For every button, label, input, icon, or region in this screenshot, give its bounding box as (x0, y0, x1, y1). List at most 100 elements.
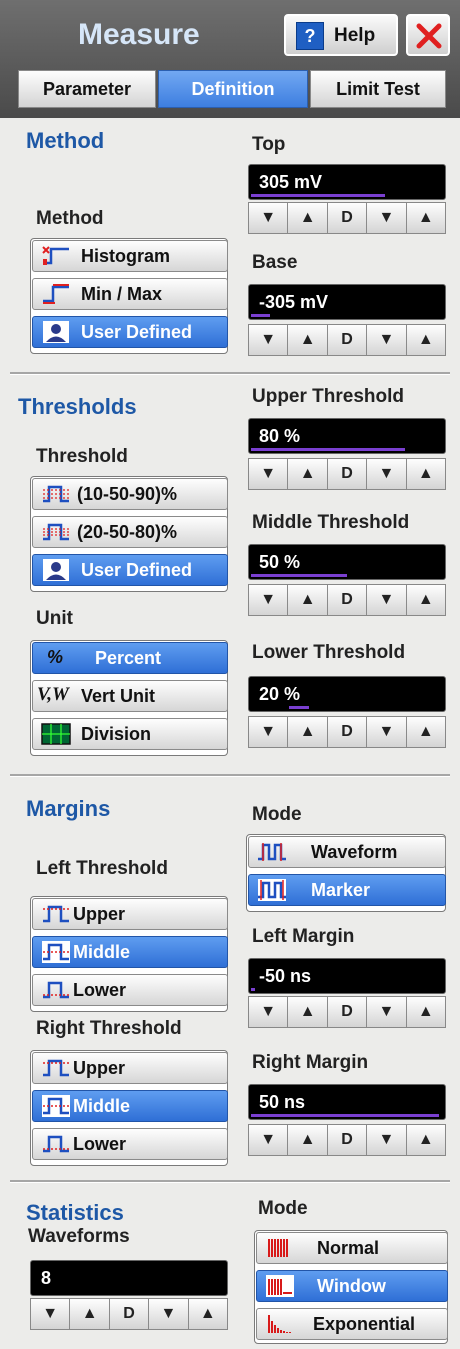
tab-parameter[interactable]: Parameter (18, 70, 156, 108)
unit-label: Unit (36, 608, 73, 629)
waveforms-fine-down-button[interactable]: ▼ (149, 1299, 189, 1329)
statistics-mode-label: Mode (258, 1198, 308, 1219)
close-icon (416, 23, 442, 49)
statistics-exponential-button[interactable]: Exponential (256, 1308, 448, 1340)
tab-limit-test[interactable]: Limit Test (310, 70, 446, 108)
method-user-defined-button[interactable]: User Defined (32, 316, 228, 348)
upper-fine-down-button[interactable]: ▼ (367, 459, 407, 489)
statistics-heading: Statistics (26, 1200, 124, 1225)
left-margin-fine-up-button[interactable]: ▲ (406, 997, 446, 1027)
waveforms-default-button[interactable]: D (109, 1299, 150, 1329)
top-coarse-down-button[interactable]: ▼ (249, 203, 289, 233)
left-margin-field[interactable]: -50 ns (248, 958, 446, 994)
right-margin-coarse-down-button[interactable]: ▼ (249, 1125, 289, 1155)
waveforms-spinner: ▼ ▲ D ▼ ▲ (30, 1298, 228, 1330)
waveforms-label: Waveforms (28, 1226, 130, 1247)
middle-fine-up-button[interactable]: ▲ (406, 585, 446, 615)
top-fine-down-button[interactable]: ▼ (367, 203, 407, 233)
upper-threshold-label: Upper Threshold (252, 386, 405, 407)
threshold-10-50-90-button[interactable]: (10-50-90)% (32, 478, 228, 510)
upper-threshold-pulse-icon (43, 905, 69, 923)
base-level-indicator (251, 314, 270, 317)
margins-heading: Margins (26, 796, 111, 821)
left-threshold-middle-button[interactable]: Middle (32, 936, 228, 968)
upper-threshold-field[interactable]: 80 % (248, 418, 446, 454)
upper-coarse-up-button[interactable]: ▲ (288, 459, 328, 489)
right-margin-default-button[interactable]: D (327, 1125, 368, 1155)
upper-threshold-indicator (251, 448, 405, 451)
top-fine-up-button[interactable]: ▲ (406, 203, 446, 233)
middle-coarse-down-button[interactable]: ▼ (249, 585, 289, 615)
lower-threshold-pulse-icon (43, 981, 69, 999)
mode-marker-button[interactable]: Marker (248, 874, 446, 906)
top-value-field[interactable]: 305 mV (248, 164, 446, 200)
lower-threshold-field[interactable]: 20 % (248, 676, 446, 712)
thresholds-heading: Thresholds (18, 394, 137, 419)
lower-coarse-down-button[interactable]: ▼ (249, 717, 289, 747)
upper-threshold-spinner: ▼ ▲ D ▼ ▲ (248, 458, 446, 490)
upper-default-button[interactable]: D (327, 459, 368, 489)
base-coarse-down-button[interactable]: ▼ (249, 325, 289, 355)
left-margin-coarse-up-button[interactable]: ▲ (288, 997, 328, 1027)
right-margin-indicator (251, 1114, 439, 1117)
right-margin-fine-up-button[interactable]: ▲ (406, 1125, 446, 1155)
unit-percent-button[interactable]: % Percent (32, 642, 228, 674)
window-bars-icon (266, 1275, 294, 1297)
lower-fine-up-button[interactable]: ▲ (406, 717, 446, 747)
right-threshold-upper-button[interactable]: Upper (32, 1052, 228, 1084)
middle-fine-down-button[interactable]: ▼ (367, 585, 407, 615)
left-margin-coarse-down-button[interactable]: ▼ (249, 997, 289, 1027)
method-heading: Method (26, 128, 105, 153)
base-fine-up-button[interactable]: ▲ (406, 325, 446, 355)
right-threshold-middle-button[interactable]: Middle (32, 1090, 228, 1122)
waveforms-coarse-down-button[interactable]: ▼ (31, 1299, 71, 1329)
middle-default-button[interactable]: D (327, 585, 368, 615)
middle-threshold-spinner: ▼ ▲ D ▼ ▲ (248, 584, 446, 616)
top-default-button[interactable]: D (327, 203, 368, 233)
lower-fine-down-button[interactable]: ▼ (367, 717, 407, 747)
right-threshold-lower-button[interactable]: Lower (32, 1128, 228, 1160)
min-max-step-icon (43, 284, 69, 304)
lower-coarse-up-button[interactable]: ▲ (288, 717, 328, 747)
waveforms-coarse-up-button[interactable]: ▲ (70, 1299, 110, 1329)
threshold-20-50-80-button[interactable]: (20-50-80)% (32, 516, 228, 548)
section-divider (10, 1180, 450, 1183)
right-margin-field[interactable]: 50 ns (248, 1084, 446, 1120)
middle-threshold-pulse-icon (42, 941, 70, 963)
middle-coarse-up-button[interactable]: ▲ (288, 585, 328, 615)
base-value-field[interactable]: -305 mV (248, 284, 446, 320)
tab-definition[interactable]: Definition (158, 70, 308, 108)
threshold-user-defined-button[interactable]: User Defined (32, 554, 228, 586)
left-margin-label: Left Margin (252, 926, 355, 947)
normal-bars-icon (268, 1239, 288, 1257)
base-default-button[interactable]: D (327, 325, 368, 355)
upper-fine-up-button[interactable]: ▲ (406, 459, 446, 489)
statistics-window-button[interactable]: Window (256, 1270, 448, 1302)
unit-vert-unit-button[interactable]: V,W Vert Unit (32, 680, 228, 712)
lower-threshold-label: Lower Threshold (252, 642, 406, 663)
top-label: Top (252, 134, 286, 155)
method-histogram-button[interactable]: Histogram (32, 240, 228, 272)
base-fine-down-button[interactable]: ▼ (367, 325, 407, 355)
top-coarse-up-button[interactable]: ▲ (288, 203, 328, 233)
middle-threshold-field[interactable]: 50 % (248, 544, 446, 580)
section-divider (10, 774, 450, 777)
waveforms-field[interactable]: 8 (30, 1260, 228, 1296)
upper-coarse-down-button[interactable]: ▼ (249, 459, 289, 489)
waveforms-fine-up-button[interactable]: ▲ (188, 1299, 228, 1329)
mode-waveform-button[interactable]: Waveform (248, 836, 446, 868)
right-margin-fine-down-button[interactable]: ▼ (367, 1125, 407, 1155)
exponential-bars-icon (268, 1315, 291, 1333)
lower-default-button[interactable]: D (327, 717, 368, 747)
base-coarse-up-button[interactable]: ▲ (288, 325, 328, 355)
left-threshold-lower-button[interactable]: Lower (32, 974, 228, 1006)
close-button[interactable] (406, 14, 450, 56)
left-margin-fine-down-button[interactable]: ▼ (367, 997, 407, 1027)
right-margin-coarse-up-button[interactable]: ▲ (288, 1125, 328, 1155)
unit-division-button[interactable]: Division (32, 718, 228, 750)
left-threshold-upper-button[interactable]: Upper (32, 898, 228, 930)
left-margin-default-button[interactable]: D (327, 997, 368, 1027)
statistics-normal-button[interactable]: Normal (256, 1232, 448, 1264)
help-button[interactable]: ? Help (284, 14, 398, 56)
method-min-max-button[interactable]: Min / Max (32, 278, 228, 310)
